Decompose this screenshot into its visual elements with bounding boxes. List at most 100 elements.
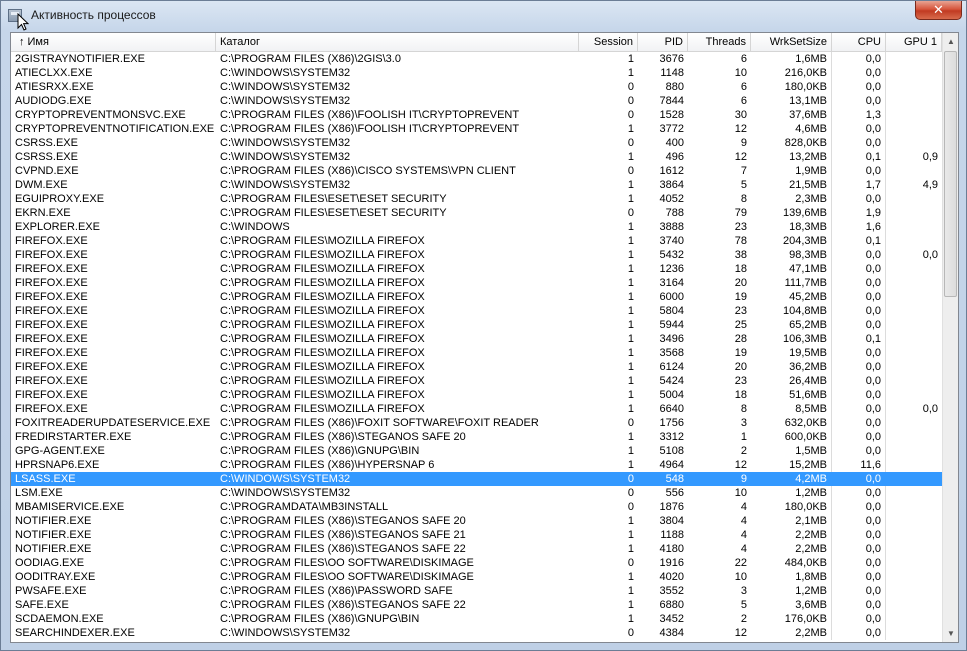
table-row[interactable]: FIREFOX.EXE C:\PROGRAM FILES\MOZILLA FIRE… <box>11 262 942 276</box>
cell-session: 1 <box>627 459 634 471</box>
cell-cpu: 0,0 <box>832 402 886 416</box>
column-header-pid[interactable]: PID <box>638 33 688 51</box>
cell-gpu <box>886 234 942 248</box>
table-row[interactable]: OODITRAY.EXE C:\PROGRAM FILES\OO SOFTWARE… <box>11 570 942 584</box>
vertical-scrollbar[interactable]: ▲ ▼ <box>942 33 958 642</box>
table-row[interactable]: MBAMISERVICE.EXE C:\PROGRAMDATA\MB3INSTAL… <box>11 500 942 514</box>
table-row[interactable]: 2GISTRAYNOTIFIER.EXE C:\PROGRAM FILES (X8… <box>11 52 942 66</box>
table-row[interactable]: SEARCHINDEXER.EXE C:\WINDOWS\SYSTEM32 0 438… <box>11 626 942 640</box>
cell-pid: 4020 <box>659 571 684 583</box>
table-row[interactable]: GPG-AGENT.EXE C:\PROGRAM FILES (X86)\GNUP… <box>11 444 942 458</box>
cell-threads: 1 <box>740 431 747 443</box>
table-row[interactable]: LSM.EXE C:\WINDOWS\SYSTEM32 0 556 10 1,2MB 0,0 <box>11 486 942 500</box>
cell-gpu <box>886 486 942 500</box>
column-header-label: Threads <box>705 36 746 48</box>
cell-dir: C:\PROGRAM FILES\MOZILLA FIREFOX <box>220 347 425 359</box>
table-row[interactable]: FIREFOX.EXE C:\PROGRAM FILES\MOZILLA FIRE… <box>11 388 942 402</box>
cell-session: 1 <box>627 291 634 303</box>
table-row[interactable]: OODIAG.EXE C:\PROGRAM FILES\OO SOFTWARE\D… <box>11 556 942 570</box>
cell-pid: 3496 <box>659 333 684 345</box>
cell-cpu: 0,0 <box>832 80 886 94</box>
scroll-up-icon[interactable]: ▲ <box>943 33 958 50</box>
table-row-selected[interactable]: LSASS.EXE C:\WINDOWS\SYSTEM32 0 548 9 4,2MB 0,… <box>11 472 942 486</box>
table-row[interactable]: FIREFOX.EXE C:\PROGRAM FILES\MOZILLA FIRE… <box>11 332 942 346</box>
table-row[interactable]: FIREFOX.EXE C:\PROGRAM FILES\MOZILLA FIRE… <box>11 304 942 318</box>
column-header-cpu[interactable]: CPU <box>832 33 886 51</box>
cell-threads: 23 <box>734 305 747 317</box>
cell-ws: 65,2MB <box>751 318 832 332</box>
cell-threads: 9 <box>740 473 747 485</box>
cell-dir: C:\PROGRAM FILES\ESET\ESET SECURITY <box>220 193 447 205</box>
cell-cpu: 0,0 <box>832 290 886 304</box>
table-row[interactable]: FOXITREADERUPDATESERVICE.EXE C:\PROGRAM F… <box>11 416 942 430</box>
cell-threads: 7 <box>740 165 747 177</box>
cell-dir: C:\WINDOWS\SYSTEM32 <box>220 67 351 79</box>
column-header-name[interactable]: ↑ Имя <box>11 33 216 51</box>
cell-session: 1 <box>627 571 634 583</box>
column-header-threads[interactable]: Threads <box>688 33 751 51</box>
table-row[interactable]: AUDIODG.EXE C:\WINDOWS\SYSTEM32 0 7844 6 13,1… <box>11 94 942 108</box>
cell-name: CRYPTOPREVENTMONSVC.EXE <box>15 109 186 121</box>
table-row[interactable]: ATIECLXX.EXE C:\WINDOWS\SYSTEM32 1 1148 10 21… <box>11 66 942 80</box>
cell-dir: C:\PROGRAM FILES\MOZILLA FIREFOX <box>220 361 425 373</box>
cell-gpu: 0,0 <box>922 403 938 415</box>
table-row[interactable]: FIREFOX.EXE C:\PROGRAM FILES\MOZILLA FIRE… <box>11 360 942 374</box>
table-row[interactable]: FREDIRSTARTER.EXE C:\PROGRAM FILES (X86)\… <box>11 430 942 444</box>
cell-ws: 2,1MB <box>751 514 832 528</box>
cell-session: 1 <box>627 305 634 317</box>
table-row[interactable]: CSRSS.EXE C:\WINDOWS\SYSTEM32 0 400 9 828,0KB… <box>11 136 942 150</box>
cell-dir: C:\PROGRAM FILES\MOZILLA FIREFOX <box>220 291 425 303</box>
table-row[interactable]: CRYPTOPREVENTNOTIFICATION.EXE C:\PROGRAM … <box>11 122 942 136</box>
table-row[interactable]: HPRSNAP6.EXE C:\PROGRAM FILES (X86)\HYPER… <box>11 458 942 472</box>
title-bar[interactable]: Активность процессов ✕ <box>1 1 966 31</box>
table-row[interactable]: CRYPTOPREVENTMONSVC.EXE C:\PROGRAM FILES … <box>11 108 942 122</box>
table-row[interactable]: PWSAFE.EXE C:\PROGRAM FILES (X86)\PASSWOR… <box>11 584 942 598</box>
column-header-dir[interactable]: Каталог <box>216 33 579 51</box>
cell-pid: 4180 <box>659 543 684 555</box>
cell-session: 1 <box>627 445 634 457</box>
table-row[interactable]: FIREFOX.EXE C:\PROGRAM FILES\MOZILLA FIRE… <box>11 374 942 388</box>
table-row[interactable]: FIREFOX.EXE C:\PROGRAM FILES\MOZILLA FIRE… <box>11 234 942 248</box>
cell-name: NOTIFIER.EXE <box>15 529 92 541</box>
table-row[interactable]: FIREFOX.EXE C:\PROGRAM FILES\MOZILLA FIRE… <box>11 318 942 332</box>
close-button[interactable]: ✕ <box>915 1 962 20</box>
cell-cpu: 0,0 <box>832 570 886 584</box>
table-row[interactable]: CVPND.EXE C:\PROGRAM FILES (X86)\CISCO SY… <box>11 164 942 178</box>
cell-ws: 180,0KB <box>751 500 832 514</box>
table-row[interactable]: FIREFOX.EXE C:\PROGRAM FILES\MOZILLA FIRE… <box>11 346 942 360</box>
column-header-gpu[interactable]: GPU 1 <box>886 33 942 51</box>
table-row[interactable]: FIREFOX.EXE C:\PROGRAM FILES\MOZILLA FIRE… <box>11 248 942 262</box>
table-row[interactable]: FIREFOX.EXE C:\PROGRAM FILES\MOZILLA FIRE… <box>11 276 942 290</box>
table-row[interactable]: CSRSS.EXE C:\WINDOWS\SYSTEM32 1 496 12 13,2MB… <box>11 150 942 164</box>
cell-name: NOTIFIER.EXE <box>15 515 92 527</box>
table-row[interactable]: NOTIFIER.EXE C:\PROGRAM FILES (X86)\STEGA… <box>11 528 942 542</box>
cell-dir: C:\PROGRAM FILES\MOZILLA FIREFOX <box>220 277 425 289</box>
scroll-down-icon[interactable]: ▼ <box>943 625 958 642</box>
cell-dir: C:\PROGRAM FILES (X86)\STEGANOS SAFE 20 <box>220 515 466 527</box>
table-row[interactable]: FIREFOX.EXE C:\PROGRAM FILES\MOZILLA FIRE… <box>11 290 942 304</box>
table-row[interactable]: EKRN.EXE C:\PROGRAM FILES\ESET\ESET SECUR… <box>11 206 942 220</box>
cell-threads: 3 <box>740 585 747 597</box>
table-row[interactable]: DWM.EXE C:\WINDOWS\SYSTEM32 1 3864 5 21,5MB 1,… <box>11 178 942 192</box>
table-row[interactable]: EGUIPROXY.EXE C:\PROGRAM FILES\ESET\ESET … <box>11 192 942 206</box>
cell-threads: 4 <box>740 543 747 555</box>
cell-session: 0 <box>627 95 634 107</box>
table-row[interactable]: ATIESRXX.EXE C:\WINDOWS\SYSTEM32 0 880 6 180,… <box>11 80 942 94</box>
table-row[interactable]: NOTIFIER.EXE C:\PROGRAM FILES (X86)\STEGA… <box>11 514 942 528</box>
column-header-ws[interactable]: WrkSetSize <box>751 33 832 51</box>
table-row[interactable]: FIREFOX.EXE C:\PROGRAM FILES\MOZILLA FIRE… <box>11 402 942 416</box>
cell-threads: 8 <box>740 403 747 415</box>
cell-gpu <box>886 108 942 122</box>
table-row[interactable]: EXPLORER.EXE C:\WINDOWS 1 3888 23 18,3MB 1,6 <box>11 220 942 234</box>
table-row[interactable]: NOTIFIER.EXE C:\PROGRAM FILES (X86)\STEGA… <box>11 542 942 556</box>
cell-pid: 3740 <box>659 235 684 247</box>
cell-ws: 8,5MB <box>751 402 832 416</box>
cell-session: 1 <box>627 263 634 275</box>
column-header-session[interactable]: Session <box>579 33 638 51</box>
table-row[interactable]: SCDAEMON.EXE C:\PROGRAM FILES (X86)\GNUPG… <box>11 612 942 626</box>
scrollbar-thumb[interactable] <box>944 51 957 297</box>
cell-threads: 9 <box>740 137 747 149</box>
cell-session: 0 <box>627 501 634 513</box>
cell-name: FIREFOX.EXE <box>15 291 88 303</box>
table-row[interactable]: SAFE.EXE C:\PROGRAM FILES (X86)\STEGANOS … <box>11 598 942 612</box>
